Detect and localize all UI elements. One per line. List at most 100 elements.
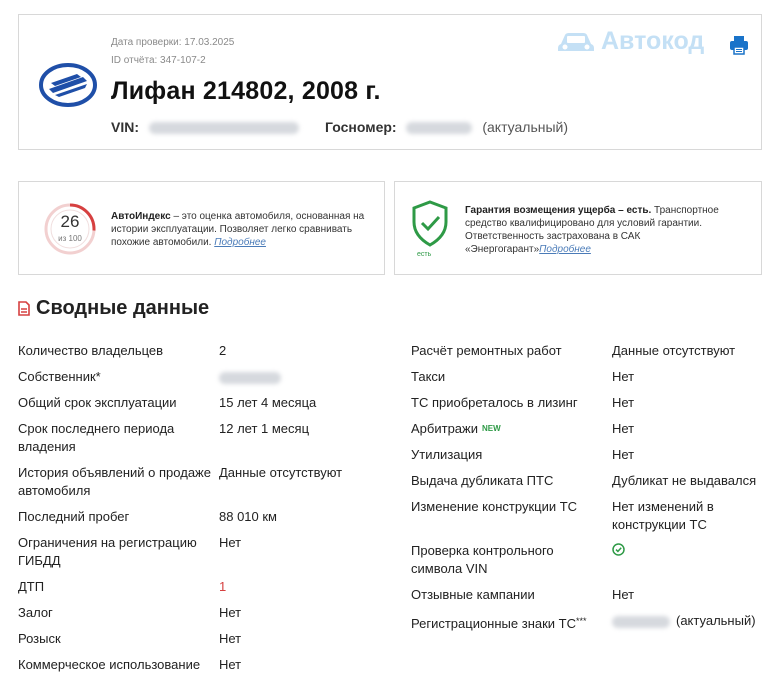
row-label: Утилизация	[411, 447, 483, 462]
table-row: Количество владельцев 2	[18, 342, 378, 360]
table-row: Регистрационные знаки ТС*** (актуальный)	[411, 612, 766, 633]
lifan-logo-icon	[39, 63, 97, 107]
table-row: Коммерческое использование Нет	[18, 656, 378, 674]
row-value: Данные отсутствуют	[612, 343, 736, 358]
table-row: ТС приобреталось в лизинг Нет	[411, 394, 766, 412]
table-row: Срок последнего периода владения 12 лет 1…	[18, 420, 378, 456]
autoindex-score: 26	[60, 212, 80, 231]
row-value: Нет	[219, 657, 242, 672]
row-label: Залог	[18, 605, 53, 620]
row-value: Нет	[612, 587, 635, 602]
section-title: Сводные данные	[36, 297, 210, 319]
table-row: Изменение конструкции ТС Нет изменений в …	[411, 498, 766, 534]
table-row: Отзывные кампании Нет	[411, 586, 766, 604]
row-value: Нет изменений в конструкции ТС	[612, 499, 714, 532]
vin-value-redacted	[148, 122, 299, 135]
row-value: Нет	[612, 369, 635, 384]
table-row: Проверка контрольного символа VIN	[411, 542, 766, 578]
print-icon[interactable]	[729, 35, 749, 55]
plate-value-redacted	[406, 122, 473, 135]
summary-table-right: Расчёт ремонтных работ Данные отсутствуют…	[411, 342, 766, 641]
row-label: Розыск	[18, 631, 61, 646]
table-row: Залог Нет	[18, 604, 378, 622]
plate-status: (актуальный)	[482, 119, 569, 135]
brand-name: Автокод	[601, 27, 705, 55]
row-label: Расчёт ремонтных работ	[411, 343, 562, 358]
shield-check-icon	[412, 200, 448, 247]
autoindex-card: 26 из 100 АвтоИндекс – это оценка автомо…	[18, 181, 385, 275]
row-label: Проверка контрольного символа VIN	[411, 543, 554, 576]
row-label: Срок последнего периода владения	[18, 421, 175, 454]
footnote-mark: ***	[576, 616, 587, 626]
row-value: Нет	[612, 447, 635, 462]
shield-caption: есть	[417, 251, 432, 258]
row-label: Количество владельцев	[18, 343, 164, 358]
check-date: Дата проверки: 17.03.2025	[111, 37, 235, 48]
table-row: Такси Нет	[411, 368, 766, 386]
document-icon	[18, 301, 30, 316]
row-value: 2	[219, 343, 227, 358]
table-row: Ограничения на регистрацию ГИБДД Нет	[18, 534, 378, 570]
row-label: Последний пробег	[18, 509, 130, 524]
table-row: Розыск Нет	[18, 630, 378, 648]
autoindex-description: АвтоИндекс – это оценка автомобиля, осно…	[111, 210, 371, 249]
page-title: Лифан 214802, 2008 г.	[111, 77, 381, 105]
row-label: Изменение конструкции ТС	[411, 499, 578, 514]
row-value: 12 лет 1 месяц	[219, 421, 310, 436]
check-circle-icon	[612, 543, 625, 556]
row-label: ДТП	[18, 579, 45, 594]
row-value	[219, 368, 378, 386]
guarantee-more-link[interactable]: Подробнее	[539, 244, 591, 255]
row-value: 88 010 км	[219, 509, 277, 524]
plate-row: Госномер: (актуальный)	[325, 119, 568, 135]
row-value: Данные отсутствуют	[219, 465, 343, 480]
row-value: Нет	[219, 605, 242, 620]
row-label-text: Арбитражи	[411, 421, 478, 436]
autoindex-score-max: из 100	[58, 234, 82, 243]
row-label: Отзывные кампании	[411, 587, 535, 602]
table-row: Выдача дубликата ПТС Дубликат не выдавалс…	[411, 472, 766, 490]
row-value: Нет	[219, 631, 242, 646]
summary-table-left: Количество владельцев 2 Собственник* Общи…	[18, 342, 378, 682]
row-label: Ограничения на регистрацию ГИБДД	[18, 535, 197, 568]
row-label: Такси	[411, 369, 446, 384]
guarantee-description: Гарантия возмещения ущерба – есть. Транс…	[465, 204, 735, 256]
row-value: 15 лет 4 месяца	[219, 395, 317, 410]
plates-status: (актуальный)	[676, 613, 756, 628]
table-row: Расчёт ремонтных работ Данные отсутствуют	[411, 342, 766, 360]
row-value: Дубликат не выдавался	[612, 473, 757, 488]
report-header-card: Дата проверки: 17.03.2025 ID отчёта: 347…	[18, 14, 762, 150]
table-row: Последний пробег 88 010 км	[18, 508, 378, 526]
row-value: (актуальный)	[612, 612, 766, 633]
table-row: ДТП 1	[18, 578, 378, 596]
guarantee-title: Гарантия возмещения ущерба – есть.	[465, 205, 652, 216]
owner-value-redacted	[219, 371, 281, 384]
row-label: Общий срок эксплуатации	[18, 395, 177, 410]
table-row: История объявлений о продаже автомобиля Д…	[18, 464, 378, 500]
plate-label: Госномер:	[325, 119, 397, 135]
row-label: Выдача дубликата ПТС	[411, 473, 554, 488]
table-row: Утилизация Нет	[411, 446, 766, 464]
row-label-text: Регистрационные знаки ТС	[411, 616, 576, 631]
row-label: История объявлений о продаже автомобиля	[18, 465, 211, 498]
accident-count-link[interactable]: 1	[219, 578, 378, 596]
new-badge: NEW	[481, 424, 501, 433]
row-value	[612, 542, 766, 578]
table-row: Арбитражи NEW Нет	[411, 420, 766, 438]
car-icon	[558, 32, 594, 51]
autoindex-title: АвтоИндекс	[111, 211, 171, 222]
plates-redacted	[612, 615, 670, 628]
row-value: Нет	[219, 535, 242, 550]
section-header: Сводные данные	[18, 297, 209, 320]
vin-label: VIN:	[111, 119, 139, 135]
row-value: Нет	[612, 421, 635, 436]
table-row: Общий срок эксплуатации 15 лет 4 месяца	[18, 394, 378, 412]
autoindex-more-link[interactable]: Подробнее	[214, 237, 266, 248]
brand-logo[interactable]: Автокод	[557, 27, 704, 56]
report-id: ID отчёта: 347-107-2	[111, 55, 206, 66]
guarantee-card: есть Гарантия возмещения ущерба – есть. …	[394, 181, 762, 275]
row-label: Регистрационные знаки ТС***	[411, 612, 612, 633]
row-label: Собственник*	[18, 369, 101, 384]
row-label: ТС приобреталось в лизинг	[411, 395, 578, 410]
vin-row: VIN:	[111, 119, 305, 135]
